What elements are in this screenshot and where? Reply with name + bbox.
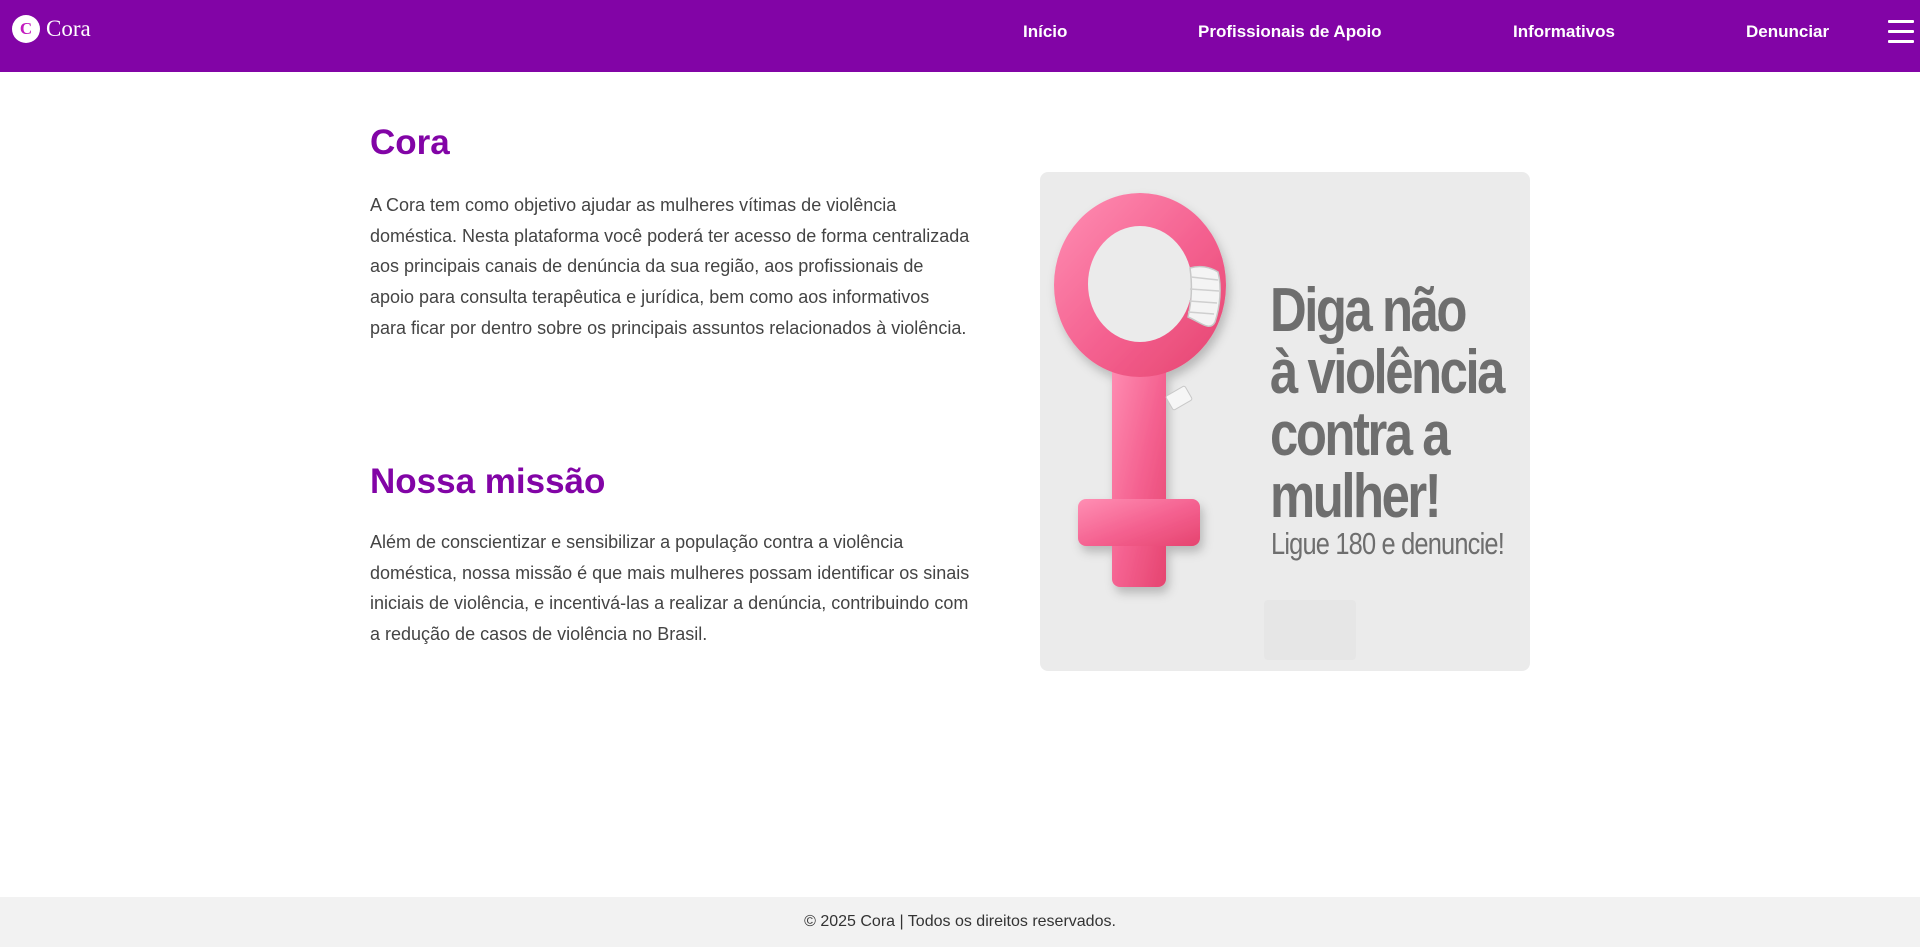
footer-copyright: © 2025 Cora | Todos os direitos reservad… bbox=[804, 913, 1116, 930]
poster-headline: Diga não à violência contra a mulher! bbox=[1270, 276, 1505, 531]
poster-subline: Ligue 180 e denuncie! bbox=[1271, 526, 1505, 561]
campaign-poster-image: Diga não à violência contra a mulher! Li… bbox=[1040, 172, 1530, 671]
about-text: A Cora tem como objetivo ajudar as mulhe… bbox=[370, 195, 970, 338]
nav-informativos[interactable]: Informativos bbox=[1513, 21, 1615, 43]
poster-headline-line: à violência bbox=[1270, 338, 1505, 407]
poster-faded-block bbox=[1264, 600, 1356, 660]
navbar: C Cora Início Profissionais de Apoio Inf… bbox=[0, 0, 1920, 72]
brand-link[interactable]: C Cora bbox=[12, 14, 91, 44]
poster-headline-line: contra a bbox=[1270, 400, 1451, 469]
mission-title: Nossa missão bbox=[370, 462, 606, 501]
poster-headline-line: mulher! bbox=[1270, 462, 1442, 531]
nav-denunciar[interactable]: Denunciar bbox=[1746, 21, 1829, 43]
mission-text: Além de conscientizar e sensibilizar a p… bbox=[370, 532, 970, 645]
about-title: Cora bbox=[370, 123, 450, 162]
brand-name: Cora bbox=[46, 16, 91, 41]
brand-logo-icon: C bbox=[12, 15, 40, 43]
hamburger-bar bbox=[1888, 20, 1914, 23]
hamburger-bar bbox=[1888, 40, 1914, 43]
nav-profissionais-de-apoio[interactable]: Profissionais de Apoio bbox=[1198, 21, 1382, 43]
footer: © 2025 Cora | Todos os direitos reservad… bbox=[0, 897, 1920, 947]
hamburger-menu-icon[interactable] bbox=[1888, 18, 1914, 46]
hamburger-bar bbox=[1888, 30, 1914, 33]
poster-headline-line: Diga não bbox=[1270, 276, 1467, 345]
nav-inicio[interactable]: Início bbox=[1023, 21, 1067, 43]
